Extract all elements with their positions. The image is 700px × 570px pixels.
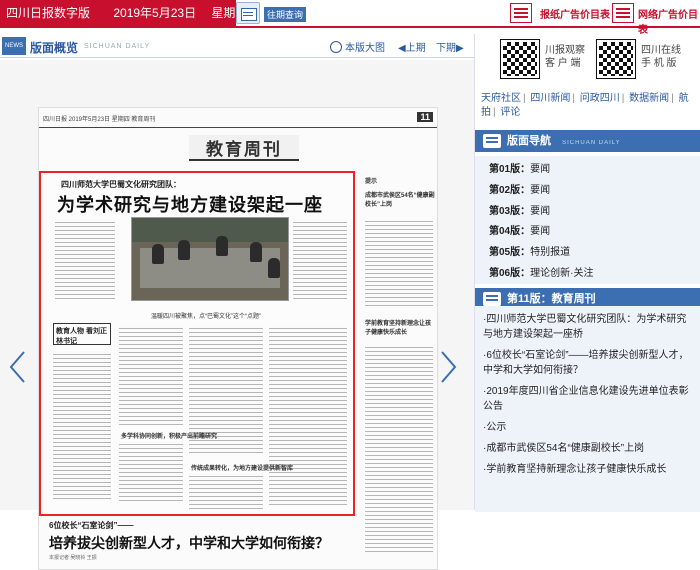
news-icon: NEWS bbox=[2, 37, 26, 55]
text-column bbox=[55, 219, 115, 299]
mobile-qr-code bbox=[596, 39, 636, 79]
page-nav-list: 第01版：要闻 第02版：要闻 第03版：要闻 第04版：要闻 第05版：特别报… bbox=[475, 156, 700, 284]
app-qr-code bbox=[500, 39, 540, 79]
page-number: 11 bbox=[417, 112, 433, 122]
qr1-label: 川报观察 客 户 端 bbox=[545, 44, 585, 70]
page-nav-item[interactable]: 第03版：要闻 bbox=[489, 202, 687, 223]
text-column bbox=[365, 344, 433, 554]
sidebar-box: 教育人物 看刘正林书记 bbox=[53, 323, 111, 345]
site-name: 四川日报数字版 bbox=[6, 6, 91, 20]
view-large-image-link[interactable]: 本版大图 bbox=[330, 39, 385, 54]
right-sidebar: 川报观察 客 户 端 四川在线 手 机 版 天府社区 | 四川新闻 | 问政四川 | … bbox=[474, 34, 700, 512]
right-column-kicker: 学前教育坚持新理念让孩子健康快乐成长 bbox=[365, 321, 432, 336]
next-issue-link[interactable]: 下期▶ bbox=[436, 39, 464, 54]
page-nav-item[interactable]: 第01版：要闻 bbox=[489, 160, 687, 181]
text-column bbox=[53, 351, 111, 501]
bottom-article-headline[interactable]: 培养拔尖创新型人才，中学和大学如何衔接？ bbox=[49, 533, 329, 553]
page-nav-item[interactable]: 第06版：理论创新·关注 bbox=[489, 264, 687, 285]
current-page-title: 第11版：教育周刊 bbox=[507, 293, 596, 305]
newspaper-page-image[interactable]: 四川日报 2019年5月23日 星期四 教育周刊 11 教育周刊 四川师范大学巴… bbox=[38, 107, 438, 570]
page-nav-title: 版面导航 bbox=[507, 135, 551, 147]
site-title-bar: 四川日报数字版 2019年5月23日 星期四 bbox=[0, 0, 247, 26]
text-column bbox=[119, 325, 183, 425]
page-nav-item[interactable]: 第02版：要闻 bbox=[489, 181, 687, 202]
page-nav-subtitle: SICHUAN DAILY bbox=[562, 140, 621, 146]
page-nav-icon bbox=[483, 134, 501, 148]
qr2-label-line2: 手 机 版 bbox=[641, 58, 677, 69]
quick-links: 天府社区 | 四川新闻 | 问政四川 | 数据新闻 | 航拍 | 评论 bbox=[481, 93, 689, 118]
right-column-kicker: 成都市武侯区54名“健康副校长”上岗 bbox=[365, 193, 435, 208]
article-subhead: 传统成果转化，为地方建设提供新智库 bbox=[191, 466, 294, 472]
right-column-kicker: 提示 bbox=[365, 179, 378, 185]
previous-issue-link[interactable]: ◀上期 bbox=[398, 39, 426, 54]
page-nav-header: 版面导航 SICHUAN DAILY bbox=[475, 130, 700, 152]
highlighted-article-area[interactable]: 四川师范大学巴蜀文化研究团队： 为学术研究与地方建设架起一座桥 温暖四川被聚焦，… bbox=[39, 171, 355, 516]
article-link[interactable]: ·学前教育坚持新理念让孩子健康快乐成长 bbox=[483, 462, 693, 477]
newspaper-viewer: 四川日报 2019年5月23日 星期四 教育周刊 11 教育周刊 四川师范大学巴… bbox=[0, 60, 474, 570]
masthead-text: 四川日报 2019年5月23日 星期四 教育周刊 bbox=[43, 117, 156, 123]
text-column bbox=[189, 473, 263, 509]
next-page-arrow-icon[interactable] bbox=[440, 350, 458, 384]
qr1-label-line1: 川报观察 bbox=[545, 45, 585, 56]
page-overview-subtitle: SICHUAN DAILY bbox=[84, 43, 151, 50]
text-column bbox=[119, 441, 183, 501]
article-deck: 温暖四川被聚焦，点“巴蜀文化”这个“点题” bbox=[151, 314, 261, 320]
text-column bbox=[269, 325, 347, 505]
article-link[interactable]: ·四川师范大学巴蜀文化研究团队：为学术研究与地方建设架起一座桥 bbox=[483, 312, 693, 342]
qr2-label-line1: 四川在线 bbox=[641, 45, 681, 56]
article-link[interactable]: ·6位校长“石室论剑”——培养拔尖创新型人才，中学和大学如何衔接？ bbox=[483, 348, 693, 378]
link-tianfu[interactable]: 天府社区 bbox=[481, 93, 521, 104]
newspaper-ad-price-link[interactable]: 报纸广告价目表 bbox=[540, 6, 610, 21]
bottom-article-kicker: 6位校长“石室论剑”—— bbox=[49, 521, 134, 530]
link-data-news[interactable]: 数据新闻 bbox=[629, 93, 669, 104]
previous-page-arrow-icon[interactable] bbox=[8, 350, 26, 384]
page-nav-item[interactable]: 第04版：要闻 bbox=[489, 222, 687, 243]
text-column bbox=[365, 218, 433, 308]
past-issues-link[interactable]: 往期查询 bbox=[264, 7, 307, 22]
link-wenzheng[interactable]: 问政四川 bbox=[580, 93, 620, 104]
page-overview-title: 版面概览 bbox=[30, 41, 79, 55]
current-page-icon bbox=[483, 292, 501, 306]
top-bar: 四川日报数字版 2019年5月23日 星期四 往期查询 报纸广告价目表 网络广告… bbox=[0, 0, 700, 36]
link-sichuan-news[interactable]: 四川新闻 bbox=[530, 93, 570, 104]
article-subhead: 多学科协同创新，积极产出前瞻研究 bbox=[121, 434, 218, 440]
monitor-ad-icon[interactable] bbox=[612, 3, 634, 23]
article-link[interactable]: ·公示 bbox=[483, 420, 693, 435]
article-list: ·四川师范大学巴蜀文化研究团队：为学术研究与地方建设架起一座桥 ·6位校长“石室… bbox=[475, 306, 700, 512]
paper-masthead: 四川日报 2019年5月23日 星期四 教育周刊 11 bbox=[39, 108, 437, 128]
issue-date: 2019年5月23日 bbox=[113, 6, 197, 20]
article-link[interactable]: ·2019年度四川省企业信息化建设先进单位表彰公告 bbox=[483, 384, 693, 414]
section-title: 教育周刊 bbox=[189, 135, 299, 161]
text-column bbox=[293, 219, 347, 299]
page-overview-header: NEWS 版面概览 SICHUAN DAILY 本版大图 ◀上期 下期▶ bbox=[0, 34, 474, 58]
article-kicker: 四川师范大学巴蜀文化研究团队： bbox=[61, 180, 181, 189]
calendar-icon[interactable] bbox=[236, 2, 260, 24]
bottom-article-byline: 本报记者 吴晓铃 王振 bbox=[49, 555, 97, 561]
link-comment[interactable]: 评论 bbox=[500, 107, 520, 118]
qr1-label-line2: 客 户 端 bbox=[545, 58, 581, 69]
article-link[interactable]: ·成都市武侯区54名“健康副校长”上岗 bbox=[483, 441, 693, 456]
page-nav-item[interactable]: 第05版：特别报道 bbox=[489, 243, 687, 264]
news-ad-icon[interactable] bbox=[510, 3, 532, 23]
qr2-label: 四川在线 手 机 版 bbox=[641, 44, 681, 70]
web-ad-price-link[interactable]: 网络广告价目表 bbox=[638, 6, 700, 36]
article-photo bbox=[131, 217, 289, 301]
